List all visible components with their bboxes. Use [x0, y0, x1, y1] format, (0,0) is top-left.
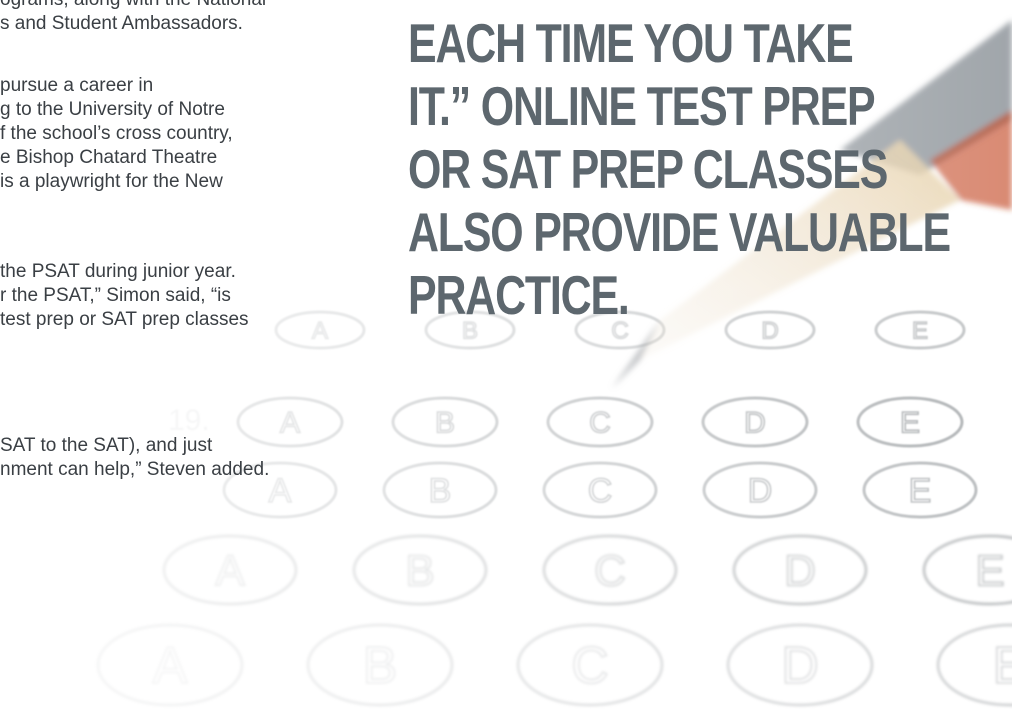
- page: ABCDEABCDEABCDEABCDEABCDE19. ograms, alo…: [0, 0, 1012, 719]
- answer-bubble: C: [542, 534, 678, 606]
- answer-bubble: E: [922, 534, 1012, 606]
- answer-bubble-letter: C: [588, 472, 613, 510]
- article-text-line: e Bishop Chatard Theatre: [0, 147, 218, 168]
- article-text-line: g to the University of Notre: [0, 99, 225, 120]
- article-text-line: s and Student Ambassadors.: [0, 13, 243, 34]
- answer-bubble-letter: A: [312, 317, 328, 344]
- answer-bubble-letter: A: [269, 472, 292, 510]
- article-text-line: is a playwright for the New: [0, 171, 223, 192]
- answer-bubble-letter: E: [975, 546, 1004, 595]
- answer-bubble: C: [516, 623, 664, 707]
- answer-bubble-letter: E: [900, 407, 920, 440]
- answer-bubble-letter: C: [594, 546, 626, 595]
- answer-bubble-letter: C: [589, 407, 611, 440]
- pull-quote-line: PRACTICE.: [408, 264, 630, 326]
- article-text-line: ograms, along with the National: [0, 0, 266, 12]
- pull-quote-line: ALSO PROVIDE VALUABLE: [408, 201, 951, 263]
- answer-bubble: D: [726, 623, 874, 707]
- answer-bubble-letter: A: [215, 546, 245, 595]
- article-text-line: nment can help,” Steven added.: [0, 459, 270, 480]
- answer-bubble-letter: A: [153, 637, 188, 695]
- answer-bubble: D: [702, 461, 818, 519]
- answer-bubble-letter: D: [781, 637, 819, 695]
- answer-bubble: A: [236, 396, 344, 448]
- answer-bubble: C: [546, 396, 654, 448]
- answer-bubble-letter: E: [912, 317, 928, 344]
- question-number: 19.: [168, 404, 210, 437]
- answer-bubble: E: [856, 396, 964, 448]
- answer-bubble: B: [352, 534, 488, 606]
- answer-bubble: B: [382, 461, 498, 519]
- answer-bubble: A: [162, 534, 298, 606]
- answer-bubble-letter: A: [280, 407, 300, 440]
- answer-bubble-letter: B: [429, 472, 452, 510]
- answer-bubble: C: [542, 461, 658, 519]
- pull-quote: EACH TIME YOU TAKE IT.” ONLINE TEST PREP…: [408, 12, 951, 327]
- article-text-line: r the PSAT,” Simon said, “is: [0, 285, 231, 306]
- pull-quote-line: IT.” ONLINE TEST PREP: [408, 75, 876, 137]
- answer-bubble: E: [936, 623, 1012, 707]
- answer-bubble-letter: B: [405, 546, 434, 595]
- answer-bubble-letter: B: [435, 407, 455, 440]
- answer-bubble-letter: D: [748, 472, 773, 510]
- answer-bubble-letter: B: [363, 637, 398, 695]
- answer-bubbles: A B C D EA B C D EA B C D EA B C D EA B C D E19.: [96, 310, 1012, 707]
- answer-bubble-letter: D: [744, 407, 766, 440]
- article-text-line: f the school’s cross country,: [0, 123, 233, 144]
- answer-bubble-letter: C: [571, 637, 609, 695]
- answer-bubble: D: [701, 396, 809, 448]
- pull-quote-line: EACH TIME YOU TAKE: [408, 12, 854, 74]
- answer-bubble: D: [732, 534, 868, 606]
- answer-bubble-letter: E: [909, 472, 932, 510]
- article-text-line: pursue a career in: [0, 75, 154, 96]
- pull-quote-line: OR SAT PREP CLASSES: [408, 138, 888, 200]
- answer-bubble-letter: E: [993, 637, 1012, 695]
- answer-bubble: B: [391, 396, 499, 448]
- article-text-line: test prep or SAT prep classes: [0, 309, 249, 330]
- answer-bubble-letter: D: [784, 546, 816, 595]
- answer-bubble: E: [862, 461, 978, 519]
- answer-bubble: A: [96, 623, 244, 707]
- article-text-line: the PSAT during junior year.: [0, 261, 236, 282]
- article-text-line: SAT to the SAT), and just: [0, 435, 213, 456]
- answer-bubble: B: [306, 623, 454, 707]
- answer-bubble: A: [274, 310, 366, 350]
- answer-bubble: E: [874, 310, 966, 350]
